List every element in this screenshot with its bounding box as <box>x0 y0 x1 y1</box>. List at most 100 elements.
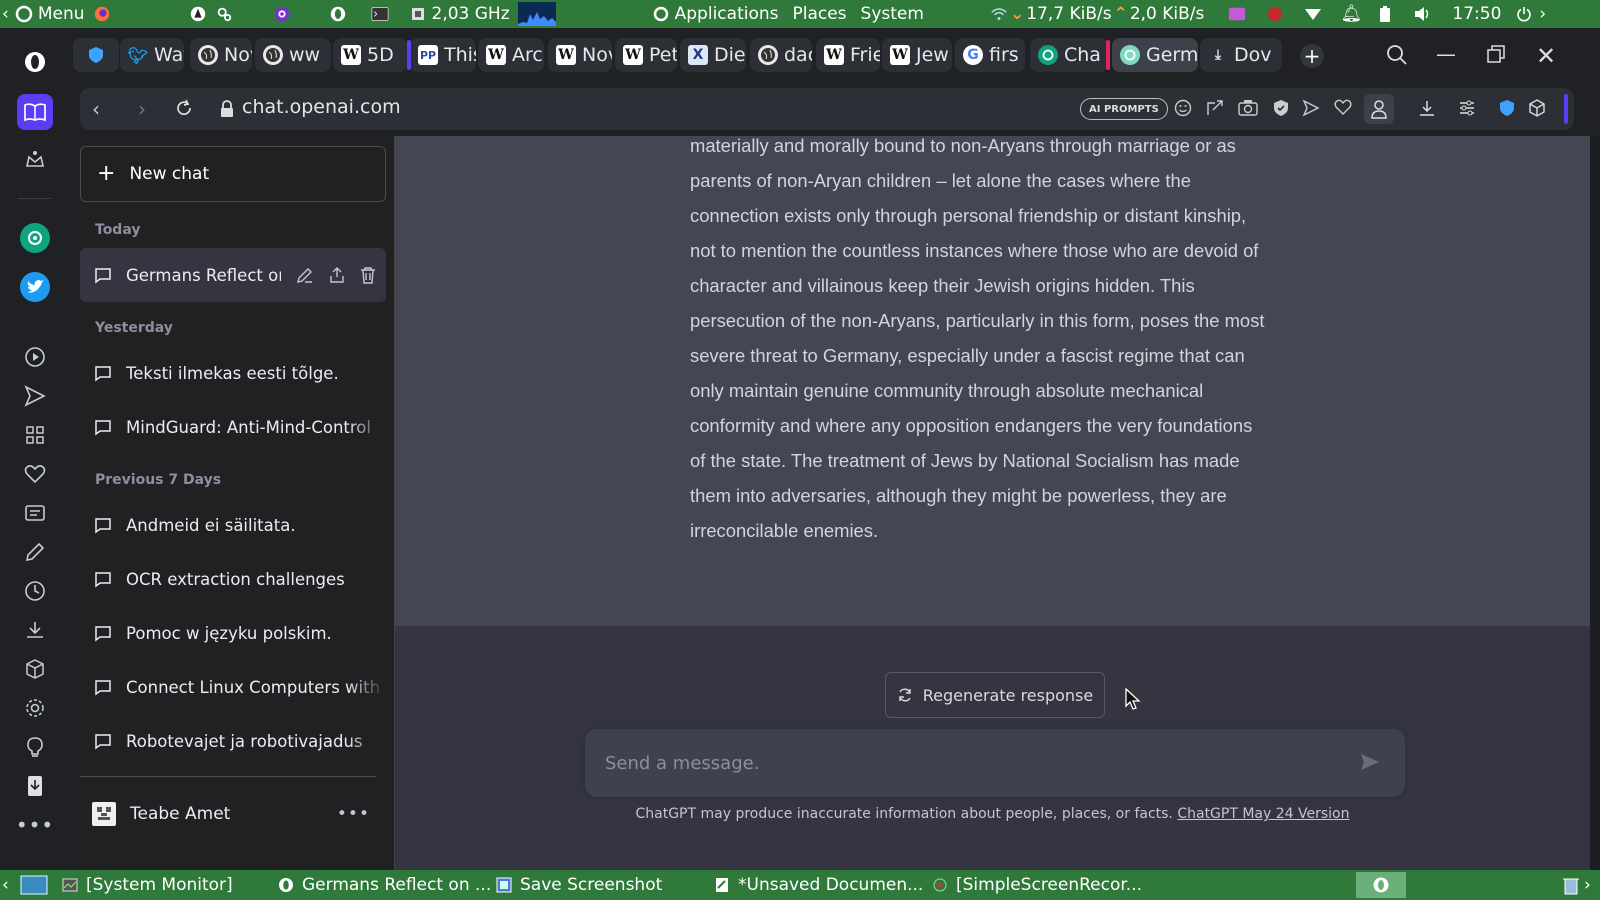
tab-workspace-pinned[interactable] <box>73 38 119 72</box>
tab-2[interactable]: Nov <box>190 38 252 72</box>
tab-3[interactable]: ww <box>255 38 331 72</box>
tab-8[interactable]: W Pet <box>615 38 677 72</box>
taskbar-window-5[interactable]: [SimpleScreenRecor... <box>926 872 1148 898</box>
tab-13[interactable]: Gfirs <box>955 38 1025 72</box>
profile-button[interactable] <box>1364 94 1394 124</box>
sidebar-player[interactable] <box>19 341 51 373</box>
sidebar-mobile-sync[interactable] <box>19 770 51 802</box>
regenerate-response-button[interactable]: Regenerate response <box>885 672 1105 718</box>
screen-tray[interactable] <box>1224 0 1250 28</box>
tab-9[interactable]: X Die <box>680 38 746 72</box>
conversation-item[interactable]: MindGuard: Anti-Mind-Control <box>80 400 386 454</box>
edit-title-button[interactable] <box>296 266 314 284</box>
show-desktop-button[interactable] <box>14 872 54 898</box>
tab-16[interactable]: ⤓ Dov <box>1200 38 1282 72</box>
opera-launcher[interactable] <box>325 0 351 28</box>
minimize-button[interactable]: — <box>1436 42 1456 66</box>
podcast-launcher[interactable] <box>269 0 295 28</box>
sidebar-chatgpt[interactable] <box>20 223 50 253</box>
version-link[interactable]: ChatGPT May 24 Version <box>1177 806 1349 822</box>
sidebar-send[interactable] <box>19 380 51 412</box>
terminal-launcher[interactable] <box>367 0 393 28</box>
conversation-item[interactable]: Connect Linux Computers with <box>80 660 386 714</box>
places-menu[interactable]: Places <box>782 0 850 28</box>
applications-menu[interactable]: Applications <box>648 0 783 28</box>
taskbar-window-2[interactable]: Germans Reflect on ... <box>272 872 497 898</box>
sidebar-more[interactable]: ••• <box>16 809 53 841</box>
tab-5[interactable]: PP This <box>410 38 476 72</box>
conversation-item[interactable]: Andmeid ei säilitata. <box>80 498 386 552</box>
reload-button[interactable] <box>174 98 194 118</box>
downloads-button[interactable] <box>1418 99 1436 117</box>
tab-12[interactable]: W Jew <box>882 38 952 72</box>
more-options-icon[interactable]: ••• <box>337 804 370 824</box>
sidebar-tips[interactable] <box>19 731 51 763</box>
panel-left-arrow[interactable]: ‹ <box>0 0 11 28</box>
inkscape-launcher[interactable] <box>185 0 211 28</box>
tab-6[interactable]: W Arc <box>478 38 544 72</box>
battery-tray[interactable] <box>1372 0 1398 28</box>
clock[interactable]: 17:50 <box>1448 0 1505 28</box>
forward-button[interactable]: › <box>138 97 146 121</box>
conversation-item-active[interactable]: Germans Reflect on <box>80 248 386 302</box>
bookmark-heart-button[interactable] <box>1334 99 1352 116</box>
user-menu[interactable]: Teabe Amet ••• <box>80 786 386 842</box>
conversation-item[interactable]: Teksti ilmekas eesti tõlge. <box>80 346 386 400</box>
secure-lock[interactable] <box>220 100 234 118</box>
emoji-button[interactable] <box>1174 99 1192 117</box>
url-text[interactable]: chat.openai.com <box>242 96 401 118</box>
tab-10[interactable]: dac <box>750 38 812 72</box>
tab-15[interactable]: Germar <box>1112 38 1198 72</box>
send-to-flow-button[interactable] <box>1302 99 1320 117</box>
snapshot-button[interactable] <box>1238 99 1258 117</box>
back-button[interactable]: ‹ <box>92 97 100 121</box>
new-chat-button[interactable]: + New chat <box>80 146 386 202</box>
share-button[interactable] <box>1206 99 1224 117</box>
sidebar-pinboard[interactable] <box>19 536 51 568</box>
sidebar-crypto-wallet[interactable] <box>19 144 51 176</box>
message-input[interactable] <box>585 729 1345 797</box>
taskbar-window-1[interactable]: [System Monitor] <box>56 872 239 898</box>
menu-button[interactable]: Menu <box>11 0 89 28</box>
sidebar-extensions[interactable] <box>19 653 51 685</box>
taskbar-left-arrow[interactable]: ‹ <box>0 872 11 898</box>
system-menu[interactable]: System <box>851 0 928 28</box>
workspace-switcher[interactable] <box>1356 872 1406 898</box>
panel-right-arrow[interactable]: › <box>1537 0 1548 28</box>
share-chat-button[interactable] <box>328 266 346 284</box>
sidebar-downloads[interactable] <box>19 614 51 646</box>
taskbar-right-arrow[interactable]: › <box>1582 872 1593 898</box>
power-tray[interactable] <box>1511 0 1537 28</box>
delete-chat-button[interactable] <box>360 266 376 284</box>
tab-search-button[interactable] <box>1386 44 1408 66</box>
close-window-button[interactable]: ✕ <box>1536 42 1556 70</box>
network-tray[interactable] <box>1300 0 1326 28</box>
sidebar-speed-dial[interactable] <box>19 419 51 451</box>
new-tab-button[interactable]: + <box>1300 44 1324 68</box>
sidebar-bookmarks[interactable] <box>19 458 51 490</box>
volume-tray[interactable] <box>1410 0 1436 28</box>
opera-menu-button[interactable] <box>19 46 51 78</box>
tab-11[interactable]: W Frie <box>816 38 880 72</box>
recorder-tray[interactable] <box>1262 0 1288 28</box>
tab-14[interactable]: Cha <box>1030 38 1108 72</box>
ai-prompts-button[interactable]: AI PROMPTS <box>1080 98 1168 120</box>
conversation-item[interactable]: Robotevajet ja robotivajadus <box>80 714 386 768</box>
vpn-button[interactable] <box>1498 99 1516 117</box>
conversation-item[interactable]: Pomoc w języku polskim. <box>80 606 386 660</box>
firefox-launcher[interactable] <box>89 0 115 28</box>
easy-setup-button[interactable] <box>1458 99 1476 117</box>
tab-7[interactable]: W Nov <box>548 38 612 72</box>
restore-button[interactable] <box>1486 44 1506 64</box>
sidebar-settings[interactable] <box>19 692 51 724</box>
sidebar-workspaces[interactable] <box>17 94 53 130</box>
sidebar-news[interactable] <box>19 497 51 529</box>
taskbar-window-3[interactable]: Save Screenshot <box>490 872 668 898</box>
settings-launcher[interactable] <box>211 0 237 28</box>
extensions-button[interactable] <box>1528 99 1546 117</box>
send-message-button[interactable] <box>1359 751 1381 773</box>
sidebar-history[interactable] <box>19 575 51 607</box>
tab-1[interactable]: 🐦︎Waf <box>120 38 184 72</box>
taskbar-window-4[interactable]: *Unsaved Documen... <box>708 872 929 898</box>
conversation-item[interactable]: OCR extraction challenges <box>80 552 386 606</box>
